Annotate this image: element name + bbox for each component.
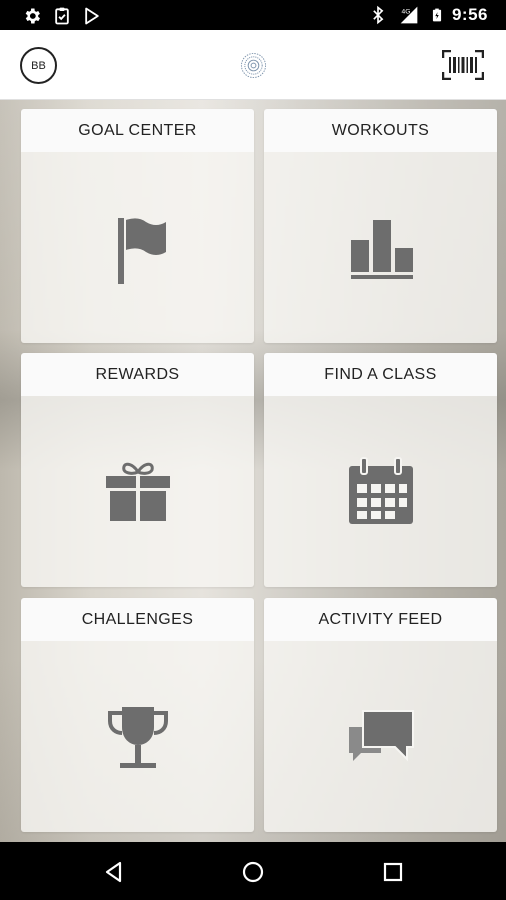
barcode-scan-icon[interactable] <box>442 50 484 80</box>
signal-4g-icon: 4G <box>400 6 418 24</box>
flag-icon <box>117 217 166 284</box>
app-bar: BB <box>0 30 506 100</box>
tile-rewards[interactable]: REWARDS <box>21 353 254 587</box>
recents-icon[interactable] <box>381 860 405 884</box>
tile-workouts[interactable]: WORKOUTS <box>264 109 497 343</box>
tile-challenges[interactable]: CHALLENGES <box>21 598 254 832</box>
mandala-logo-icon[interactable] <box>240 52 267 79</box>
tile-title: REWARDS <box>21 353 254 396</box>
tile-goal-center[interactable]: GOAL CENTER <box>21 109 254 343</box>
avatar[interactable]: BB <box>20 47 57 84</box>
tile-title: GOAL CENTER <box>21 109 254 152</box>
home-icon[interactable] <box>241 860 265 884</box>
tile-title: CHALLENGES <box>21 598 254 641</box>
tile-title: FIND A CLASS <box>264 353 497 396</box>
chat-bubbles-icon <box>348 709 414 761</box>
tile-find-a-class[interactable]: FIND A CLASS <box>264 353 497 587</box>
trophy-icon <box>107 706 168 768</box>
status-bar: 4G 9:56 <box>0 0 506 30</box>
svg-text:4G: 4G <box>401 8 410 15</box>
clipboard-check-icon <box>55 7 69 25</box>
tile-activity-feed[interactable]: ACTIVITY FEED <box>264 598 497 832</box>
bluetooth-icon <box>373 5 384 25</box>
play-store-icon <box>85 7 99 25</box>
gift-icon <box>105 462 170 521</box>
settings-icon <box>25 8 40 24</box>
battery-icon <box>432 8 442 22</box>
tile-title: WORKOUTS <box>264 109 497 152</box>
dashboard-grid: GOAL CENTER WORKOUTS REWARDS FIND A CLAS… <box>0 100 506 842</box>
bar-chart-icon <box>350 219 413 279</box>
nav-bar <box>0 842 506 900</box>
status-time: 9:56 <box>451 5 488 24</box>
tile-title: ACTIVITY FEED <box>264 598 497 641</box>
calendar-icon <box>348 456 413 524</box>
back-icon[interactable] <box>102 860 126 884</box>
